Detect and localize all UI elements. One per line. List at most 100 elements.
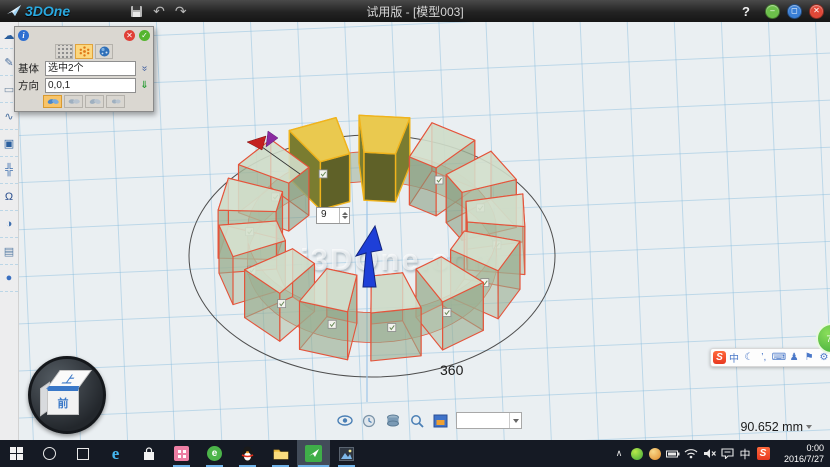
sogou-night-mode-icon[interactable]: ☾ [742,352,756,363]
view-preset-value [457,413,509,428]
sogou-logo-icon[interactable]: S [713,351,726,364]
copies-spinner[interactable]: 9 [316,207,350,224]
start-button[interactable] [0,440,33,467]
view-preset-dropdown[interactable] [456,412,522,429]
distribution-option3-button[interactable] [85,95,104,108]
tray-sogou-icon[interactable]: S [754,440,772,467]
store-bag-icon [142,447,156,461]
base-field-value[interactable]: 选中2个 [45,61,136,76]
window-title: 试用版 - [模型003] [0,3,830,20]
action-center-icon[interactable] [718,440,736,467]
info-icon: i [18,30,29,41]
zoom-icon[interactable] [408,413,425,429]
navcube-top-face[interactable]: 上 [46,370,92,389]
point-array-mode-button[interactable] [95,44,113,59]
tray-pet-icon[interactable] [646,440,664,467]
edge-icon: e [112,444,120,464]
distribution-option2-button[interactable] [64,95,83,108]
copies-value[interactable]: 9 [317,208,339,223]
paper-plane-icon [6,4,22,18]
clock-time: 0:00 [772,443,824,454]
help-button[interactable]: ? [742,4,750,19]
transform-move-icon[interactable]: ╬ [0,157,18,184]
pink-app-icon [174,446,189,461]
spinner-down-icon[interactable] [342,216,348,219]
distribution-option4-button[interactable] [106,95,125,108]
minimize-button[interactable]: – [765,4,780,19]
taskbar-store[interactable] [132,440,165,467]
windows-logo-icon [10,447,23,460]
battery-icon[interactable] [664,440,682,467]
taskbar-pink-app[interactable] [165,440,198,467]
sogou-soft-keyboard-icon[interactable]: ⌨ [772,352,786,363]
sogou-wardrobe-icon[interactable]: ⚑ [802,352,816,363]
navigation-cube[interactable]: 上 前 [28,356,106,434]
maximize-button[interactable]: ◻ [787,4,802,19]
base-field-label: 基体 [18,61,42,76]
circular-array-icon [79,46,90,57]
measurement-readout: 90.652 mm [740,420,812,434]
green-browser-icon: e [207,446,222,461]
assistant-badge-value: 71 [826,334,830,344]
wifi-icon[interactable] [682,440,700,467]
display-mode-icon[interactable] [384,413,401,429]
material-render-icon[interactable]: ◑ [0,211,18,238]
system-tray: ∧ 中 S 0:00 2016/7/27 [610,440,830,467]
undo-icon[interactable]: ↶ [153,3,165,20]
measurement-value: 90.652 mm [740,420,803,434]
close-button[interactable]: ✕ [809,4,824,19]
solid-feature-icon[interactable]: ▣ [0,130,18,157]
viewport-settings-icon[interactable] [432,413,449,429]
direction-pick-icon[interactable]: ⇓ [139,80,150,91]
navcube-top-label: 上 [59,371,80,386]
visibility-eye-icon[interactable] [336,413,353,429]
task-view-button[interactable] [66,440,99,467]
taskbar-green-browser[interactable]: e [198,440,231,467]
circular-array-mode-button[interactable] [75,44,93,59]
navcube-front-label: 前 [58,395,69,411]
photos-icon [339,447,354,461]
sogou-ime-bar: S 中☾’,⌨♟⚑⚙ [710,348,830,367]
linear-array-mode-button[interactable] [55,44,73,59]
taskbar-file-explorer[interactable] [264,440,297,467]
3done-app-icon [305,445,322,462]
view-toolbar [336,412,522,429]
angle-label: 360 [440,362,463,378]
pattern-dialog: i ✕ ✓ 基体 选中2个 » 方向 0,0,1 ⇓ [14,26,154,112]
sogou-skin-person-icon[interactable]: ♟ [787,352,801,363]
dialog-confirm-button[interactable]: ✓ [139,30,150,41]
redo-icon[interactable]: ↷ [175,3,187,20]
tray-safety-icon[interactable] [628,440,646,467]
title-bar: 3DOne ↶ ↷ 试用版 - [模型003] ? – ◻ ✕ [0,0,830,22]
taskbar-3done-active[interactable] [297,440,330,467]
spinner-up-icon[interactable] [342,212,348,215]
volume-muted-icon[interactable] [700,440,718,467]
taskbar-photos[interactable] [330,440,363,467]
clock-date: 2016/7/27 [772,454,824,465]
direction-field-value[interactable]: 0,0,1 [45,78,136,93]
cortana-search-button[interactable] [33,440,66,467]
save-icon[interactable] [130,5,143,18]
tray-expand-chevron[interactable]: ∧ [610,440,628,467]
windows-taskbar: e e [0,440,830,467]
taskbar-qq[interactable] [231,440,264,467]
ime-indicator[interactable]: 中 [736,440,754,467]
layers-icon[interactable]: ▤ [0,238,18,265]
taskbar-clock[interactable]: 0:00 2016/7/27 [772,443,830,465]
history-clock-icon[interactable] [360,413,377,429]
navcube-front-face[interactable]: 前 [47,388,79,415]
search-icon [43,447,56,460]
expand-chevron-icon[interactable]: » [139,63,150,74]
measurement-dropdown-icon[interactable] [806,425,812,429]
sphere-tool-icon[interactable]: ● [0,265,18,292]
dropdown-arrow-icon[interactable] [509,413,521,428]
sogou-punctuation-mode-icon[interactable]: ’, [757,352,771,363]
app-name: 3DOne [25,3,70,19]
desktop: { "title_bar": {"app_name":"3DOne","titl… [0,0,830,467]
sogou-chinese-mode-icon[interactable]: 中 [727,350,741,365]
assembly-icon[interactable]: Ω [0,184,18,211]
taskbar-edge[interactable]: e [99,440,132,467]
watermark: i3DOne.com [300,242,501,278]
dialog-cancel-button[interactable]: ✕ [124,30,135,41]
fan-distribution-button[interactable] [43,95,62,108]
